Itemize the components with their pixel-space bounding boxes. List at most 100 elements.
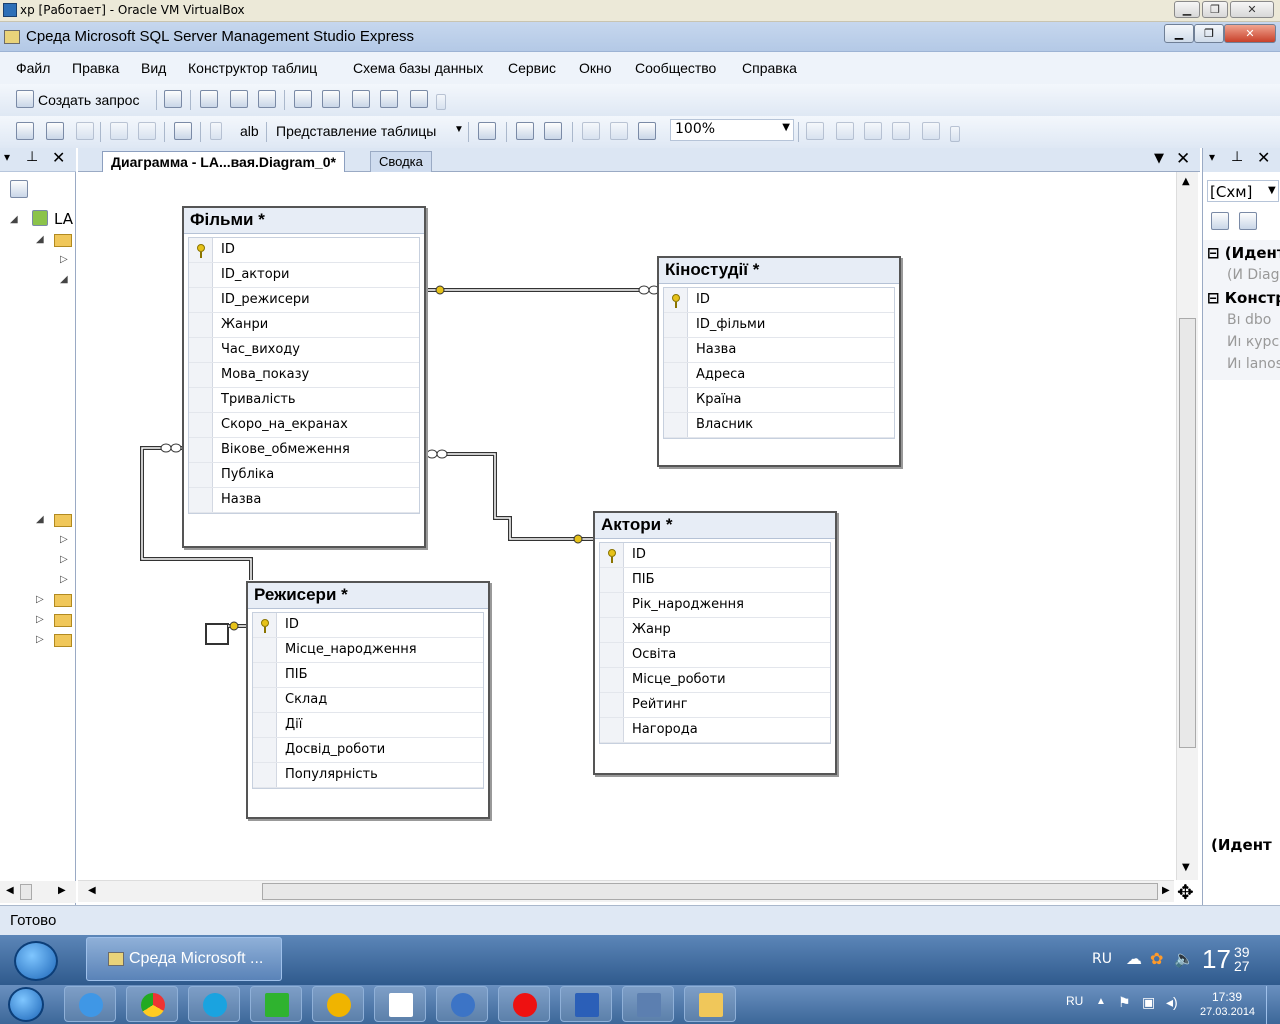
column-row[interactable]: Місце_роботи xyxy=(600,668,830,693)
property-section-identity[interactable]: ⊟ (Идент xyxy=(1207,244,1280,262)
yandex-launcher[interactable] xyxy=(374,986,426,1022)
fulltext-index-icon[interactable] xyxy=(864,122,882,140)
tray-flag-icon[interactable]: ⚑ xyxy=(1118,994,1131,1011)
scroll-right-icon[interactable]: ▶ xyxy=(1162,885,1170,896)
menu-window[interactable]: Окно xyxy=(579,60,612,76)
pin-icon[interactable]: ⊥ xyxy=(1231,149,1243,165)
menu-tools[interactable]: Сервис xyxy=(508,60,556,76)
diagram-hscrollbar[interactable]: ◀ ▶ xyxy=(78,880,1174,902)
column-row[interactable]: Публіка xyxy=(189,463,419,488)
relationships-icon[interactable] xyxy=(806,122,824,140)
diagram-vscrollbar[interactable]: ▲ ▼ xyxy=(1176,172,1198,880)
close-icon[interactable]: ✕ xyxy=(1176,149,1190,169)
table-films-title[interactable]: Фільми * xyxy=(184,208,424,234)
column-row[interactable]: Рік_народження xyxy=(600,593,830,618)
check-constraints-icon[interactable] xyxy=(922,122,940,140)
zoom-combobox[interactable]: 100% ▼ xyxy=(670,119,794,141)
column-row[interactable]: Жанри xyxy=(189,313,419,338)
template-explorer-icon[interactable] xyxy=(380,90,398,108)
server-label[interactable]: LA xyxy=(54,210,73,228)
move-icon[interactable]: ✥ xyxy=(1177,880,1194,904)
remove-from-diagram-icon[interactable] xyxy=(138,122,156,140)
column-row[interactable]: Час_виходу xyxy=(189,338,419,363)
expand-icon[interactable]: ▷ xyxy=(36,614,44,625)
app-restore-button[interactable]: ❐ xyxy=(1194,24,1224,43)
arrange-selection-icon[interactable] xyxy=(544,122,562,140)
network-icon[interactable]: ☁ xyxy=(1126,949,1142,968)
table-directors[interactable]: Режисери * ID Місце_народження ПІБ Склад… xyxy=(246,581,490,819)
host-lang-indicator[interactable]: RU xyxy=(1066,994,1083,1008)
menu-table-designer[interactable]: Конструктор таблиц xyxy=(188,60,317,76)
left-scroll-thumb[interactable] xyxy=(20,884,32,900)
vbox-close-button[interactable]: ✕ xyxy=(1230,1,1274,18)
column-row[interactable]: Місце_народження xyxy=(253,638,483,663)
vscroll-thumb[interactable] xyxy=(1179,318,1196,748)
panel-dropdown-icon[interactable]: ▾ xyxy=(1209,150,1215,164)
column-row[interactable]: Назва xyxy=(664,338,894,363)
column-row[interactable]: ID_актори xyxy=(189,263,419,288)
expand-icon[interactable]: ▷ xyxy=(60,534,68,545)
table-studios-title[interactable]: Кіностудії * xyxy=(659,258,899,284)
menu-diagram[interactable]: Схема базы данных xyxy=(353,60,483,76)
column-row[interactable]: ID_фільми xyxy=(664,313,894,338)
column-row[interactable]: ПІБ xyxy=(600,568,830,593)
property-name-row[interactable]: (И Diagr xyxy=(1227,267,1280,283)
app-minimize-button[interactable]: ▁ xyxy=(1164,24,1194,43)
column-row[interactable]: Дії xyxy=(253,713,483,738)
menu-file[interactable]: Файл xyxy=(16,60,50,76)
host-clock-time[interactable]: 17:39 xyxy=(1212,990,1242,1004)
property-section-designer[interactable]: ⊟ Констр xyxy=(1207,289,1280,307)
column-row[interactable]: Вікове_обмеження xyxy=(189,438,419,463)
new-table-icon[interactable] xyxy=(16,122,34,140)
column-row[interactable]: Рейтинг xyxy=(600,693,830,718)
property-db-row[interactable]: Иı курсо xyxy=(1227,334,1280,350)
app-close-button[interactable]: ✕ xyxy=(1224,24,1276,43)
chevron-down-icon[interactable]: ▼ xyxy=(1268,185,1276,196)
vbox-restore-button[interactable]: ❐ xyxy=(1202,1,1228,18)
column-row[interactable]: ID_режисери xyxy=(189,288,419,313)
column-row[interactable]: Адреса xyxy=(664,363,894,388)
connect-icon[interactable] xyxy=(10,180,28,198)
scroll-left-icon[interactable]: ◀ xyxy=(6,885,14,896)
column-row[interactable]: ID xyxy=(664,288,894,313)
new-file-icon[interactable] xyxy=(164,90,182,108)
column-row[interactable]: Назва xyxy=(189,488,419,513)
new-text-annotation-button[interactable]: alb xyxy=(240,123,259,139)
collapse-icon[interactable]: ◢ xyxy=(36,234,44,245)
table-view-dropdown[interactable]: Представление таблицы xyxy=(276,123,436,139)
expand-icon[interactable]: ▷ xyxy=(60,574,68,585)
chevron-down-icon[interactable]: ▼ xyxy=(782,122,790,133)
ie-launcher[interactable] xyxy=(64,986,116,1022)
column-row[interactable]: Жанр xyxy=(600,618,830,643)
column-row[interactable]: Мова_показу xyxy=(189,363,419,388)
tab-diagram[interactable]: Диаграмма - LA...вая.Diagram_0* xyxy=(102,151,345,172)
column-row[interactable]: Нагорода xyxy=(600,718,830,743)
sort-alpha-icon[interactable] xyxy=(1239,212,1257,230)
new-query-icon[interactable] xyxy=(16,90,34,108)
recalc-page-breaks-icon[interactable] xyxy=(610,122,628,140)
column-row[interactable]: Популярність xyxy=(253,763,483,788)
toolbar2-overflow-icon[interactable] xyxy=(950,126,960,142)
page-breaks-icon[interactable] xyxy=(582,122,600,140)
collapse-icon[interactable]: ◢ xyxy=(10,214,18,225)
tab-summary[interactable]: Сводка xyxy=(370,151,432,172)
column-row[interactable]: ID xyxy=(253,613,483,638)
column-row[interactable]: Склад xyxy=(253,688,483,713)
registered-servers-icon[interactable] xyxy=(294,90,312,108)
show-desktop-button[interactable] xyxy=(1266,986,1280,1024)
open-folder-icon[interactable] xyxy=(200,90,218,108)
categorized-icon[interactable] xyxy=(1211,212,1229,230)
delete-from-db-icon[interactable] xyxy=(110,122,128,140)
expand-icon[interactable]: ▷ xyxy=(36,634,44,645)
volume-icon[interactable]: 🔈 xyxy=(1174,949,1194,968)
expand-icon[interactable]: ▷ xyxy=(60,554,68,565)
chrome-launcher[interactable] xyxy=(126,986,178,1022)
chevron-down-icon[interactable]: ▼ xyxy=(454,124,464,135)
close-icon[interactable]: ✕ xyxy=(1257,148,1270,167)
summary-icon[interactable] xyxy=(322,90,340,108)
left-hscrollbar[interactable]: ◀ ▶ xyxy=(0,881,76,903)
column-row[interactable]: Тривалість xyxy=(189,388,419,413)
manage-indexes-icon[interactable] xyxy=(836,122,854,140)
zoom-fit-icon[interactable] xyxy=(638,122,656,140)
property-schema-row[interactable]: Вı dbo xyxy=(1227,312,1280,328)
